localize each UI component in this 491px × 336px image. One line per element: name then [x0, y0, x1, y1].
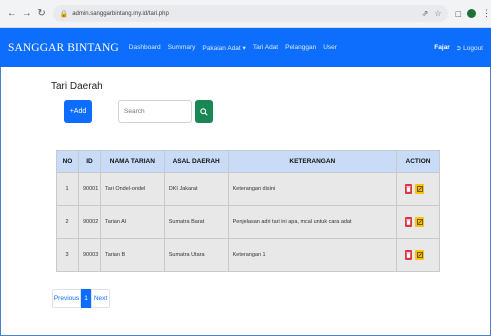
delete-button[interactable]	[405, 217, 413, 227]
current-page[interactable]: 1	[81, 289, 91, 308]
cell-action	[396, 205, 440, 239]
top-navbar: SANGGAR BINTANG Dashboard Summary Pakaia…	[0, 28, 491, 67]
cell-asal: Sumatra Barat	[163, 205, 229, 239]
col-asal-daerah: ASAL DAERAH	[163, 150, 229, 173]
col-nama-tarian: NAMA TARIAN	[99, 150, 165, 173]
trash-icon	[406, 219, 411, 225]
delete-button[interactable]	[405, 184, 413, 194]
cell-no: 3	[56, 238, 79, 272]
search-button[interactable]	[195, 100, 213, 123]
tari-table: NO ID NAMA TARIAN ASAL DAERAH KETERANGAN…	[56, 150, 440, 272]
edit-icon	[416, 219, 423, 225]
previous-page-link[interactable]: Previous	[52, 289, 81, 308]
edit-icon	[416, 252, 423, 258]
cell-asal: DKI Jakarat	[163, 172, 229, 206]
table-row: 2 90002 Tarian AI Sumatra Barat Penjelas…	[56, 205, 440, 239]
logout-icon: ➲	[455, 44, 462, 52]
pagination: Previous 1 Next	[52, 289, 110, 308]
delete-button[interactable]	[405, 250, 413, 260]
cell-no: 1	[56, 172, 79, 206]
cell-keterangan: Keterangan 1	[227, 238, 398, 272]
nav-pelanggan[interactable]: Pelanggan	[285, 44, 316, 52]
col-id: ID	[77, 150, 101, 173]
address-bar[interactable]: 🔒 admin.sanggarbintang.my.id/tari.php ⇗ …	[53, 5, 448, 22]
cell-no: 2	[56, 205, 79, 239]
cell-nama: Tari Ondel-ondel	[99, 172, 165, 206]
col-no: NO	[56, 150, 79, 173]
profile-avatar[interactable]	[467, 9, 477, 18]
url-text: admin.sanggarbintang.my.id/tari.php	[72, 10, 169, 17]
cell-id: 90002	[77, 205, 101, 239]
edit-button[interactable]	[415, 250, 425, 260]
cell-keterangan: Penjelasan adri tari ini apa, mcal untuk…	[227, 205, 398, 239]
nav-summary[interactable]: Summary	[168, 44, 196, 52]
cell-asal: Sumatra Utara	[163, 238, 229, 272]
nav-dashboard[interactable]: Dashboard	[129, 44, 161, 52]
cell-action	[396, 238, 440, 272]
table-header-row: NO ID NAMA TARIAN ASAL DAERAH KETERANGAN…	[56, 150, 440, 173]
next-page-link[interactable]: Next	[91, 289, 110, 308]
cell-nama: Tarian B	[99, 238, 165, 272]
browser-bar: ← → ↻ 🔒 admin.sanggarbintang.my.id/tari.…	[0, 0, 491, 28]
table-row: 3 90003 Tarian B Sumatra Utara Keteranga…	[56, 238, 440, 272]
star-icon[interactable]: ☆	[434, 9, 441, 18]
add-button[interactable]: +Add	[64, 100, 92, 123]
forward-icon[interactable]: →	[21, 8, 33, 20]
cell-id: 90001	[77, 172, 101, 206]
cell-nama: Tarian AI	[99, 205, 165, 239]
col-keterangan: KETERANGAN	[227, 150, 398, 173]
edit-icon	[416, 186, 423, 192]
nav-pakaian-adat[interactable]: Pakaian Adat ▾	[202, 44, 245, 52]
menu-icon[interactable]: ⋮	[482, 8, 491, 19]
search-input[interactable]	[118, 100, 192, 123]
reload-icon[interactable]: ↻	[36, 8, 48, 20]
brand-logo[interactable]: SANGGAR BINTANG	[8, 42, 119, 54]
search-icon	[200, 107, 208, 116]
nav-links: Dashboard Summary Pakaian Adat ▾ Tari Ad…	[129, 44, 337, 52]
extensions-icon[interactable]: □	[456, 9, 461, 19]
edit-button[interactable]	[415, 217, 425, 227]
table-row: 1 90001 Tari Ondel-ondel DKI Jakarat Ket…	[56, 172, 440, 206]
nav-tari-adat[interactable]: Tari Adat	[253, 44, 278, 52]
logout-link[interactable]: ➲ Logout	[456, 44, 483, 52]
cell-id: 90003	[77, 238, 101, 272]
cell-keterangan: Keterangan disini	[227, 172, 398, 206]
cell-action	[396, 172, 440, 206]
back-icon[interactable]: ←	[6, 8, 18, 20]
page-title: Tari Daerah	[51, 81, 103, 92]
lock-icon: 🔒	[59, 10, 69, 18]
trash-icon	[406, 186, 411, 192]
edit-button[interactable]	[415, 184, 425, 194]
current-user[interactable]: Fajar	[434, 44, 450, 51]
nav-user[interactable]: User	[323, 44, 337, 52]
share-icon[interactable]: ⇗	[422, 9, 429, 18]
trash-icon	[406, 252, 411, 258]
col-action: ACTION	[396, 150, 440, 173]
